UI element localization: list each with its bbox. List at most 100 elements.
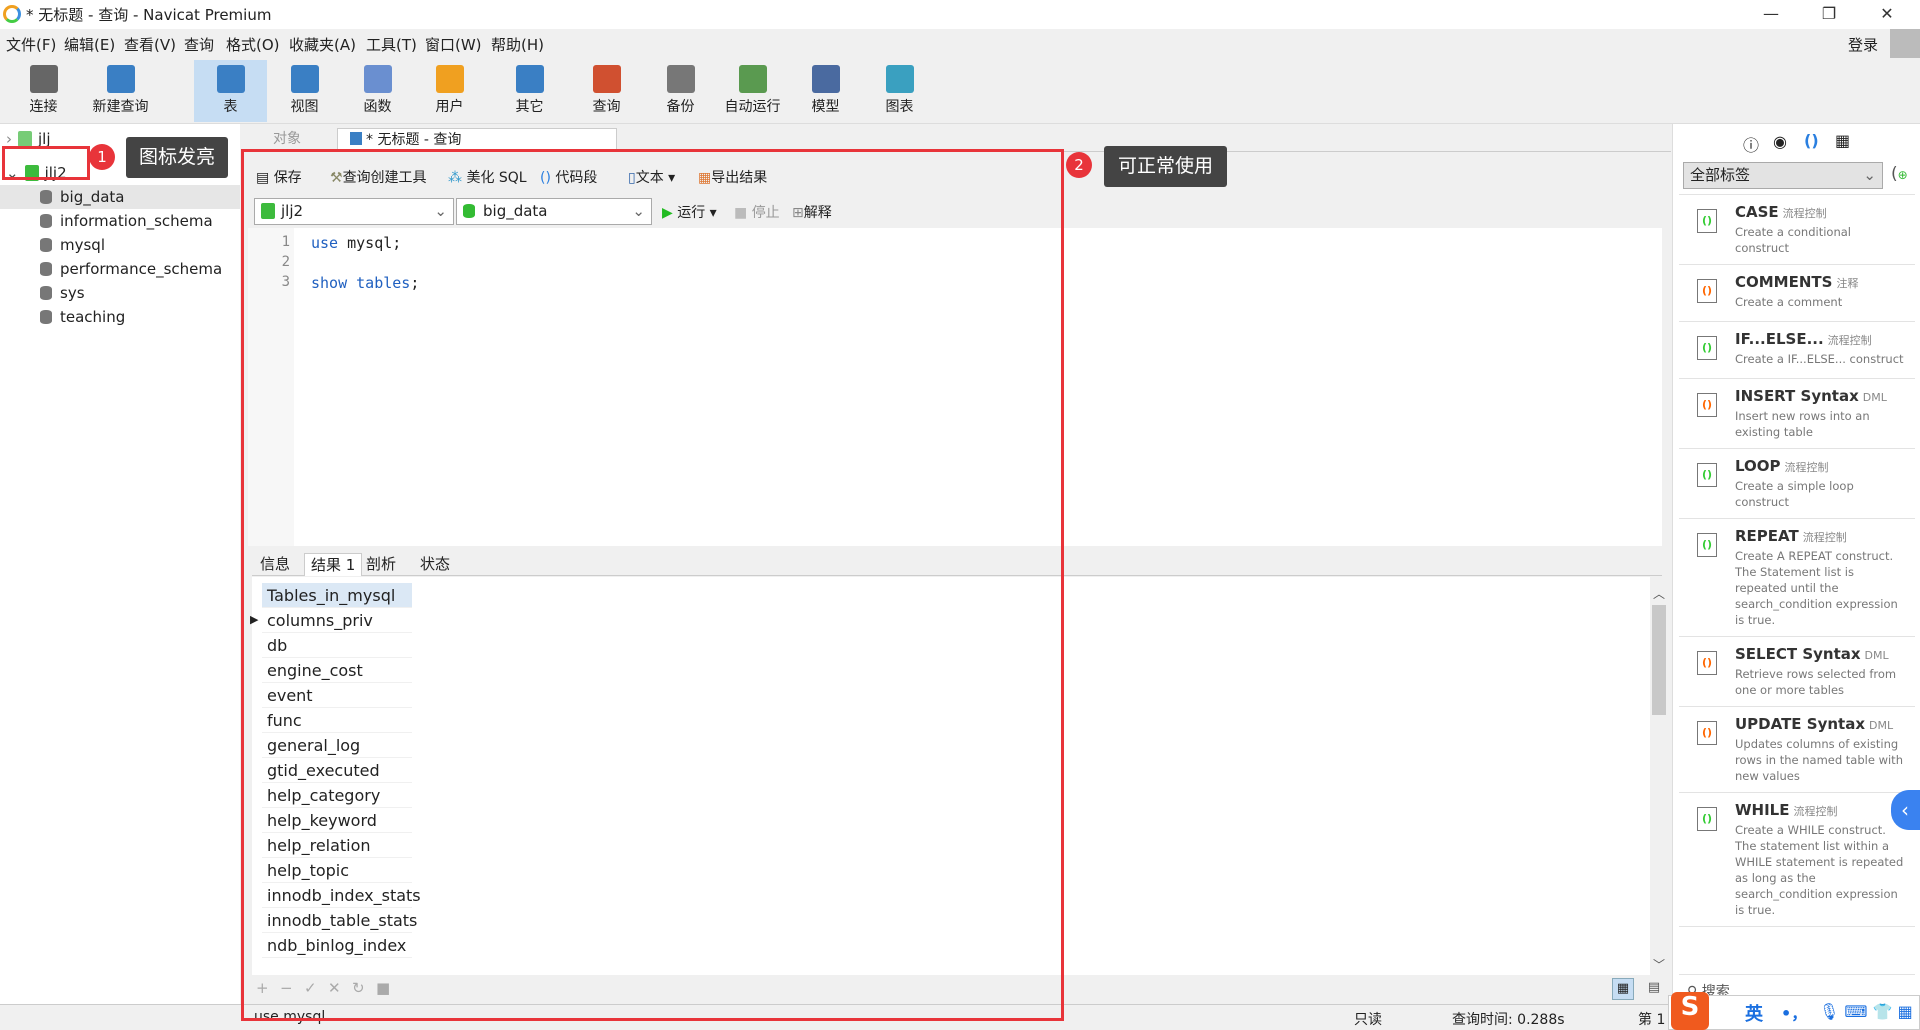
tools-icon: [515, 65, 544, 93]
chart-icon: [885, 65, 914, 93]
snippet-item[interactable]: () WHILE 流程控制 Create a WHILE construct. The…: [1679, 793, 1915, 927]
toolbar-model-button[interactable]: 模型: [789, 60, 862, 122]
form-view-button[interactable]: ▤: [1643, 978, 1665, 1000]
snippet-icon[interactable]: (): [1804, 131, 1819, 150]
chevron-down-icon: ⌄: [1863, 166, 1876, 184]
snippet-file-icon: (): [1697, 807, 1717, 831]
ime-lang[interactable]: 英: [1745, 1000, 1763, 1026]
tree-database[interactable]: information_schema: [0, 209, 240, 233]
snippet-item[interactable]: () INSERT Syntax DML Insert new rows into a…: [1679, 379, 1915, 449]
tree-database[interactable]: mysql: [0, 233, 240, 257]
menu-view[interactable]: 查看(V): [124, 34, 176, 55]
add-snippet-icon[interactable]: (⊕: [1891, 164, 1908, 184]
menu-help[interactable]: 帮助(H): [491, 34, 544, 55]
close-button[interactable]: ✕: [1867, 2, 1907, 26]
snippet-file-icon: (): [1697, 533, 1717, 557]
grid-view-button[interactable]: ▦: [1612, 978, 1634, 1000]
database-icon: [40, 238, 52, 252]
function-icon: [363, 65, 392, 93]
toolbar-tools-button[interactable]: 其它: [493, 60, 566, 122]
toolbar-new-query-button[interactable]: 新建查询: [84, 60, 157, 122]
ime-punct[interactable]: •，: [1781, 1000, 1807, 1024]
snippet-item[interactable]: () UPDATE Syntax DML Updates columns of exi…: [1679, 707, 1915, 793]
tree-database[interactable]: sys: [0, 281, 240, 305]
highlight-box-query: [241, 149, 1064, 1021]
user-icon: [435, 65, 464, 93]
layout-icon[interactable]: ▦: [1835, 131, 1850, 150]
new-query-icon: [106, 65, 135, 93]
menu-format[interactable]: 格式(O): [226, 34, 280, 55]
snippet-file-icon: (): [1697, 209, 1717, 233]
toolbar-backup-button[interactable]: 备份: [644, 60, 717, 122]
login-link[interactable]: 登录: [1848, 34, 1878, 55]
table-icon: [216, 65, 245, 93]
results-scrollbar[interactable]: ︿ ﹀: [1650, 583, 1668, 975]
collapse-panel-button[interactable]: ‹: [1891, 790, 1920, 830]
plug-icon: [29, 65, 58, 93]
snippet-file-icon: (): [1697, 463, 1717, 487]
snippet-panel: ⓘ ◉ () ▦ 全部标签 ⌄ (⊕ () CASE 流程控制 Create a con…: [1672, 124, 1920, 1004]
main-toolbar: 连接 新建查询表视图 函数 用户 其它 查询 备份 自动运行 模型 图表: [0, 58, 1920, 124]
database-icon: [40, 286, 52, 300]
toolbar-schedule-button[interactable]: 自动运行: [716, 60, 789, 122]
toolbar-view-button[interactable]: 视图: [268, 60, 341, 122]
snippet-file-icon: (): [1697, 336, 1717, 360]
menu-favorites[interactable]: 收藏夹(A): [289, 34, 356, 55]
minimize-button[interactable]: —: [1751, 2, 1791, 26]
snippet-item[interactable]: () COMMENTS 注释 Create a comment: [1679, 265, 1915, 322]
snippet-item[interactable]: () SELECT Syntax DML Retrieve rows selected…: [1679, 637, 1915, 707]
toolbar-user-button[interactable]: 用户: [413, 60, 486, 122]
snippet-file-icon: (): [1697, 651, 1717, 675]
view-icon: [290, 65, 319, 93]
eye-icon[interactable]: ◉: [1773, 132, 1787, 151]
query-icon: [350, 132, 362, 145]
menu-file[interactable]: 文件(F): [6, 34, 56, 55]
snippet-file-icon: (): [1697, 279, 1717, 303]
highlight-box-connection: [2, 146, 90, 180]
snippet-item[interactable]: () CASE 流程控制 Create a conditional construct: [1679, 195, 1915, 265]
schedule-icon: [738, 65, 767, 93]
query-icon: [592, 65, 621, 93]
snippet-item[interactable]: () REPEAT 流程控制 Create A REPEAT construct. T…: [1679, 519, 1915, 637]
menu-tools[interactable]: 工具(T): [366, 34, 417, 55]
menu-window[interactable]: 窗口(W): [425, 34, 482, 55]
status-query-time: 查询时间: 0.288s: [1452, 1012, 1565, 1028]
toolbar-plug-button[interactable]: 连接: [7, 60, 80, 122]
database-icon: [40, 214, 52, 228]
toolbar-chart-button[interactable]: 图表: [863, 60, 936, 122]
tree-database[interactable]: performance_schema: [0, 257, 240, 281]
snippet-list: () CASE 流程控制 Create a conditional construct…: [1679, 194, 1915, 927]
title-bar: * 无标题 - 查询 - Navicat Premium — ❐ ✕: [0, 0, 1920, 29]
ime-tools-icon[interactable]: 🎙 ⌨ 👕 ▦: [1819, 1002, 1913, 1021]
connection-icon: [18, 131, 32, 147]
info-icon[interactable]: ⓘ: [1743, 132, 1759, 156]
menu-bar: 文件(F) 编辑(E) 查看(V) 查询 格式(O) 收藏夹(A) 工具(T) …: [0, 29, 1920, 59]
annotation-badge-1: 1: [89, 144, 115, 170]
annotation-label-2: 可正常使用: [1104, 146, 1227, 187]
annotation-label-1: 图标发亮: [126, 137, 228, 178]
object-tree: › jlj ⌄ jlj2 big_data information_schema mys…: [0, 124, 240, 1004]
toolbar-query-button[interactable]: 查询: [570, 60, 643, 122]
sogou-logo: S: [1671, 992, 1709, 1030]
app-logo-icon: [3, 5, 21, 23]
menu-edit[interactable]: 编辑(E): [64, 34, 115, 55]
avatar[interactable]: [1890, 29, 1920, 59]
tab-bar: 对象 * 无标题 - 查询: [241, 124, 1671, 152]
snippet-item[interactable]: () IF...ELSE... 流程控制 Create a IF...ELSE... …: [1679, 322, 1915, 379]
tag-filter-select[interactable]: 全部标签 ⌄: [1683, 162, 1883, 189]
restore-button[interactable]: ❐: [1809, 2, 1849, 26]
ime-toolbar[interactable]: S 英 •， 🎙 ⌨ 👕 ▦: [1668, 992, 1920, 1030]
toolbar-function-button[interactable]: 函数: [341, 60, 414, 122]
status-mode: 只读: [1354, 1012, 1382, 1028]
toolbar-table-button[interactable]: 表: [194, 60, 267, 122]
window-title: * 无标题 - 查询 - Navicat Premium: [26, 6, 272, 24]
tree-database[interactable]: big_data: [0, 185, 240, 209]
database-icon: [40, 190, 52, 204]
menu-query[interactable]: 查询: [184, 34, 214, 55]
snippet-file-icon: (): [1697, 393, 1717, 417]
annotation-badge-2: 2: [1066, 152, 1092, 178]
snippet-item[interactable]: () LOOP 流程控制 Create a simple loop construct: [1679, 449, 1915, 519]
model-icon: [811, 65, 840, 93]
tree-database[interactable]: teaching: [0, 305, 240, 329]
database-icon: [40, 310, 52, 324]
